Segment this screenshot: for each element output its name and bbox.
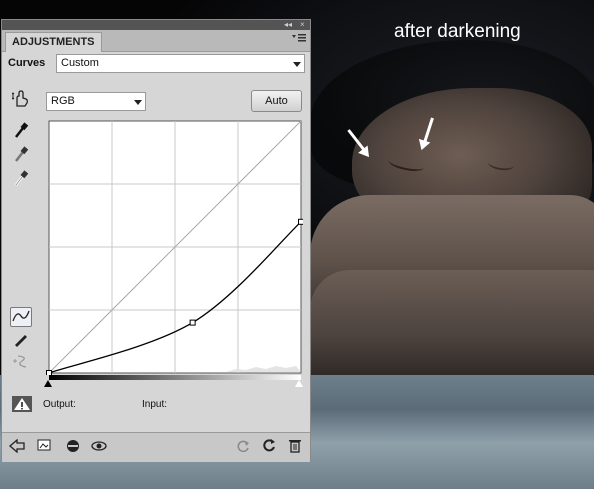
curve-point-tool-icon[interactable] bbox=[10, 307, 32, 327]
adjustments-panel: ◂◂ × ADJUSTMENTS Curves Custom RGB Auto bbox=[1, 19, 311, 462]
tab-adjustments[interactable]: ADJUSTMENTS bbox=[5, 32, 102, 52]
eyedropper-black-icon[interactable] bbox=[10, 121, 32, 141]
white-point-slider[interactable] bbox=[295, 380, 303, 387]
input-label: Input: bbox=[142, 399, 168, 410]
arm-lower bbox=[310, 270, 594, 380]
auto-button[interactable]: Auto bbox=[251, 90, 302, 112]
refresh-icon[interactable] bbox=[260, 439, 278, 457]
chevron-down-icon bbox=[134, 100, 142, 105]
black-point-slider[interactable] bbox=[44, 380, 52, 387]
eyedropper-white-icon[interactable] bbox=[10, 169, 32, 189]
clip-to-layer-icon[interactable] bbox=[36, 439, 54, 457]
eyedropper-gray-icon[interactable] bbox=[10, 145, 32, 165]
pencil-icon[interactable] bbox=[10, 331, 32, 351]
close-icon[interactable]: × bbox=[300, 20, 305, 30]
curve-control-point[interactable] bbox=[189, 319, 196, 326]
channel-select[interactable]: RGB bbox=[46, 92, 146, 111]
preset-value: Custom bbox=[61, 57, 99, 69]
view-previous-state-icon[interactable] bbox=[64, 439, 82, 457]
photo-caption: after darkening bbox=[394, 21, 521, 42]
panel-menu-icon[interactable] bbox=[292, 34, 306, 45]
smooth-curve-icon[interactable] bbox=[10, 353, 32, 373]
input-gradient-bar bbox=[49, 375, 301, 380]
panel-tabbar: ADJUSTMENTS bbox=[2, 30, 310, 52]
clipping-warning-icon[interactable] bbox=[12, 396, 32, 412]
adjustment-type-label: Curves bbox=[8, 57, 46, 69]
curve-control-point[interactable] bbox=[298, 218, 304, 225]
curves-graph[interactable] bbox=[46, 120, 303, 375]
reset-icon[interactable] bbox=[234, 439, 252, 457]
panel-title-strip[interactable]: ◂◂ × bbox=[2, 20, 310, 30]
output-label: Output: bbox=[43, 399, 76, 410]
back-arrow-icon[interactable] bbox=[8, 438, 26, 457]
chevron-down-icon bbox=[293, 62, 301, 67]
collapse-icon[interactable]: ◂◂ bbox=[284, 20, 292, 30]
preset-select[interactable]: Custom bbox=[56, 54, 305, 73]
trash-icon[interactable] bbox=[286, 439, 304, 457]
channel-value: RGB bbox=[51, 95, 75, 107]
on-image-adjust-icon[interactable] bbox=[10, 90, 32, 110]
visibility-eye-icon[interactable] bbox=[90, 439, 108, 457]
panel-bottom-toolbar bbox=[2, 432, 310, 462]
